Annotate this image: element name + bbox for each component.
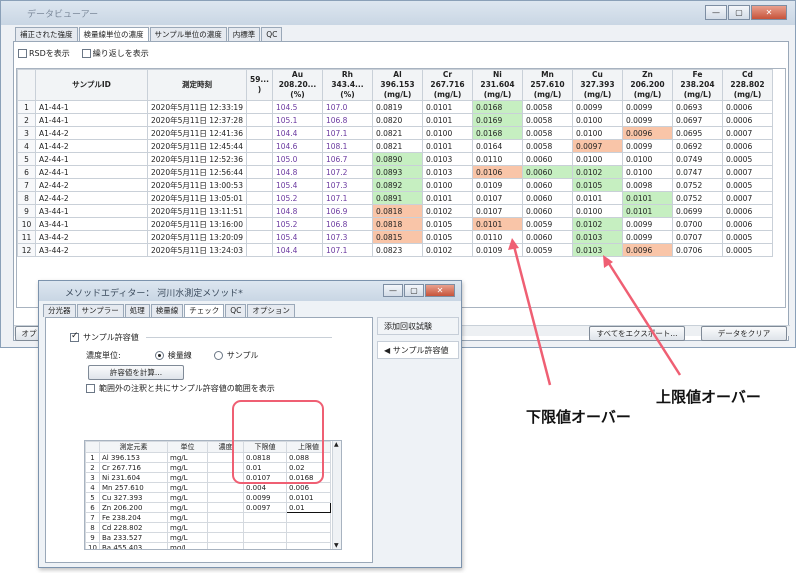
lower-over-arrow — [512, 245, 552, 386]
upper-over-callout: 上限値オーバー — [656, 388, 761, 406]
lower-over-callout: 下限値オーバー — [526, 408, 631, 426]
callout-arrows — [508, 238, 682, 386]
upper-over-arrow — [606, 261, 682, 376]
lower-over-arrowhead — [508, 238, 519, 250]
